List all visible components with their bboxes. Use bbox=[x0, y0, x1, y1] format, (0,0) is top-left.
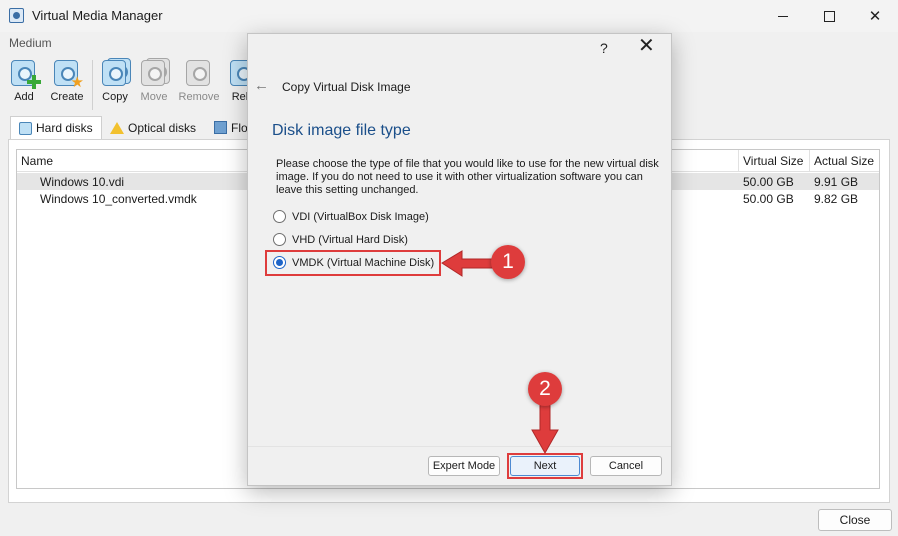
cancel-button[interactable]: Cancel bbox=[590, 456, 662, 476]
copy-disk-icon bbox=[100, 58, 131, 88]
close-button[interactable]: Close bbox=[818, 509, 892, 531]
radio-vhd[interactable]: VHD (Virtual Hard Disk) bbox=[273, 233, 408, 246]
column-name[interactable]: Name bbox=[21, 154, 53, 168]
add-label: Add bbox=[14, 91, 34, 103]
remove-label: Remove bbox=[178, 91, 220, 103]
row-name: Windows 10_converted.vmdk bbox=[40, 192, 197, 206]
wizard-title: Copy Virtual Disk Image bbox=[282, 80, 411, 94]
page-heading: Disk image file type bbox=[272, 122, 411, 139]
tab-hard-disks-label: Hard disks bbox=[36, 121, 93, 135]
radio-vdi[interactable]: VDI (VirtualBox Disk Image) bbox=[273, 210, 429, 223]
radio-vhd-indicator[interactable] bbox=[273, 233, 286, 246]
toolbar-separator bbox=[92, 60, 93, 110]
title-bar: Virtual Media Manager ✕ bbox=[0, 0, 898, 32]
step1-badge: 1 bbox=[491, 245, 525, 279]
copy-button[interactable]: Copy bbox=[97, 58, 133, 114]
step2-badge: 2 bbox=[528, 372, 562, 406]
footer-divider bbox=[248, 446, 671, 447]
window-title: Virtual Media Manager bbox=[32, 8, 163, 23]
tab-floppy-disks-label: Flo bbox=[231, 120, 248, 135]
radio-vmdk-indicator[interactable] bbox=[273, 256, 286, 269]
copy-label: Copy bbox=[102, 91, 128, 103]
radio-vmdk-label: VMDK (Virtual Machine Disk) bbox=[292, 256, 435, 269]
hard-disk-icon bbox=[19, 121, 32, 135]
dialog-close-button[interactable]: ✕ bbox=[638, 36, 655, 56]
create-button[interactable]: ★ Create bbox=[47, 58, 87, 114]
move-disk-icon bbox=[139, 58, 170, 88]
remove-disk-icon bbox=[184, 58, 214, 88]
column-divider[interactable] bbox=[809, 150, 810, 172]
tab-optical-disks[interactable]: Optical disks bbox=[102, 116, 204, 139]
move-label: Move bbox=[140, 91, 168, 103]
create-label: Create bbox=[50, 91, 84, 103]
floppy-disk-icon bbox=[214, 121, 227, 134]
add-button[interactable]: Add bbox=[6, 58, 42, 114]
row-actual-size: 9.91 GB bbox=[814, 175, 859, 189]
row-actual-size: 9.82 GB bbox=[814, 192, 859, 206]
radio-vmdk[interactable]: VMDK (Virtual Machine Disk) bbox=[273, 256, 434, 269]
maximize-button[interactable] bbox=[806, 0, 852, 32]
row-virtual-size: 50.00 GB bbox=[743, 175, 794, 189]
tab-optical-disks-label: Optical disks bbox=[128, 120, 197, 135]
back-arrow-icon[interactable]: ← bbox=[254, 77, 269, 94]
help-button[interactable]: ? bbox=[600, 40, 608, 56]
radio-vdi-label: VDI (VirtualBox Disk Image) bbox=[292, 210, 429, 223]
menu-medium[interactable]: Medium bbox=[9, 36, 52, 50]
column-divider[interactable] bbox=[738, 150, 739, 172]
remove-button[interactable]: Remove bbox=[178, 58, 220, 114]
tab-hard-disks[interactable]: Hard disks bbox=[10, 116, 102, 139]
step2-arrow-icon bbox=[531, 399, 559, 455]
expert-mode-button[interactable]: Expert Mode bbox=[428, 456, 500, 476]
optical-disk-icon bbox=[110, 121, 124, 134]
row-name: Windows 10.vdi bbox=[40, 175, 125, 189]
add-disk-icon bbox=[9, 58, 41, 89]
page-description: Please choose the type of file that you … bbox=[276, 158, 659, 196]
virtualbox-app-icon bbox=[9, 8, 24, 23]
highlight-box-next bbox=[507, 453, 583, 479]
column-actual-size[interactable]: Actual Size bbox=[814, 154, 874, 168]
release-label: Rel bbox=[231, 91, 249, 103]
row-virtual-size: 50.00 GB bbox=[743, 192, 794, 206]
radio-vhd-label: VHD (Virtual Hard Disk) bbox=[292, 233, 408, 246]
radio-vdi-indicator[interactable] bbox=[273, 210, 286, 223]
window-close-button[interactable]: ✕ bbox=[852, 0, 898, 32]
create-disk-icon: ★ bbox=[52, 58, 84, 90]
move-button[interactable]: Move bbox=[136, 58, 172, 114]
column-virtual-size[interactable]: Virtual Size bbox=[743, 154, 803, 168]
minimize-button[interactable] bbox=[760, 0, 806, 32]
